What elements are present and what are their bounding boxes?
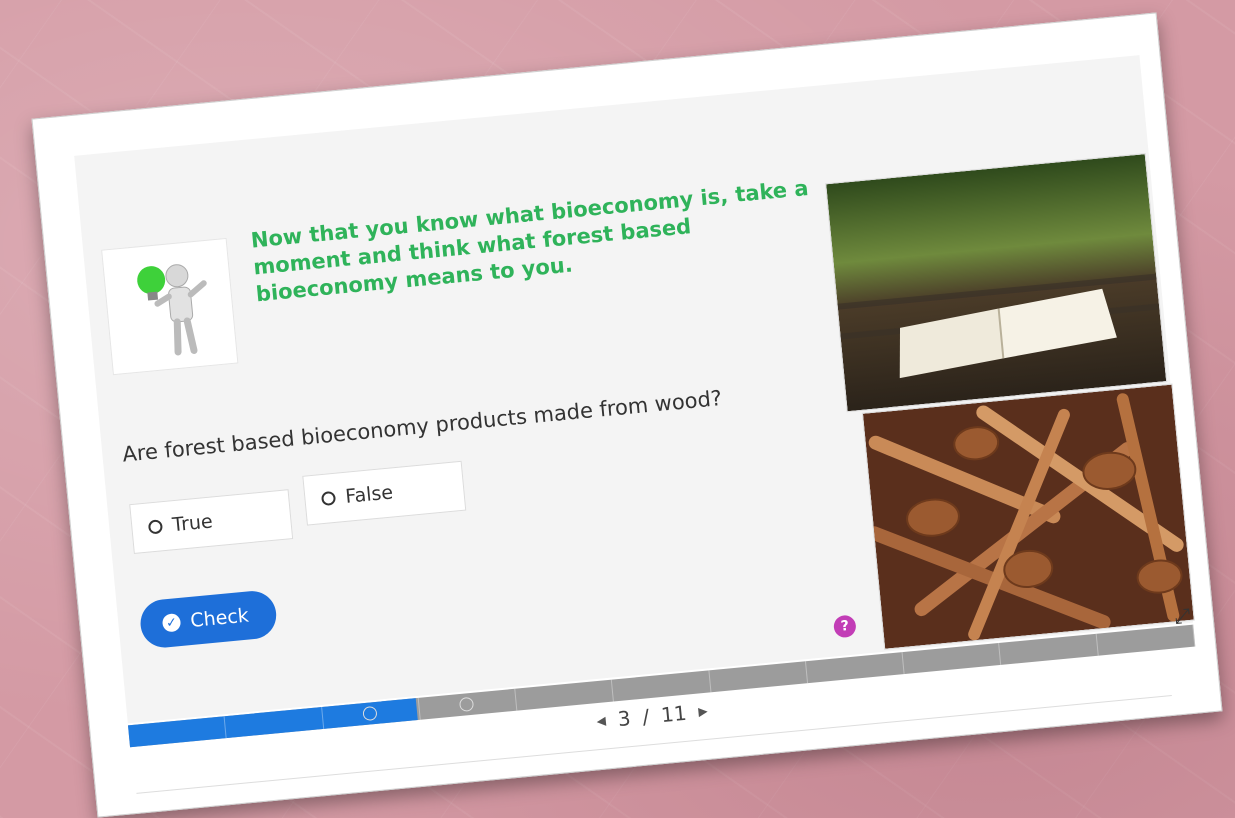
pager-separator: / (641, 704, 651, 729)
slide-marker-icon (458, 696, 474, 713)
slide-pager: ◀ 3 / 11 ▶ (596, 699, 709, 733)
question-text: Are forest based bioeconomy products mad… (121, 386, 723, 467)
option-false-label: False (344, 481, 394, 508)
check-button-label: Check (189, 604, 250, 632)
presentation-slide: Now that you know what bioeconomy is, ta… (31, 12, 1223, 818)
option-false[interactable]: False (302, 460, 467, 526)
open-book-photo (825, 153, 1168, 413)
radio-icon (320, 490, 337, 507)
check-button[interactable]: ✓ Check (138, 589, 279, 650)
help-icon[interactable]: ? (832, 614, 857, 639)
slide-marker-icon (361, 705, 378, 722)
slide-content: Now that you know what bioeconomy is, ta… (74, 55, 1195, 724)
option-true[interactable]: True (129, 489, 294, 555)
next-slide-icon[interactable]: ▶ (698, 704, 709, 719)
check-circle-icon: ✓ (161, 612, 182, 633)
slide-heading: Now that you know what bioeconomy is, ta… (249, 175, 810, 307)
fullscreen-icon[interactable]: ⤢ (1173, 603, 1191, 628)
radio-icon (147, 519, 164, 535)
pager-current: 3 (616, 706, 632, 732)
wooden-dippers-image (862, 384, 1194, 649)
open-book-image (826, 154, 1167, 412)
option-true-label: True (171, 510, 214, 537)
figure-icon (137, 264, 207, 356)
previous-slide-icon[interactable]: ◀ (596, 713, 607, 728)
pager-total: 11 (659, 700, 688, 728)
lightbulb-figure-image (101, 237, 239, 376)
wooden-honey-dippers-photo (861, 383, 1195, 650)
